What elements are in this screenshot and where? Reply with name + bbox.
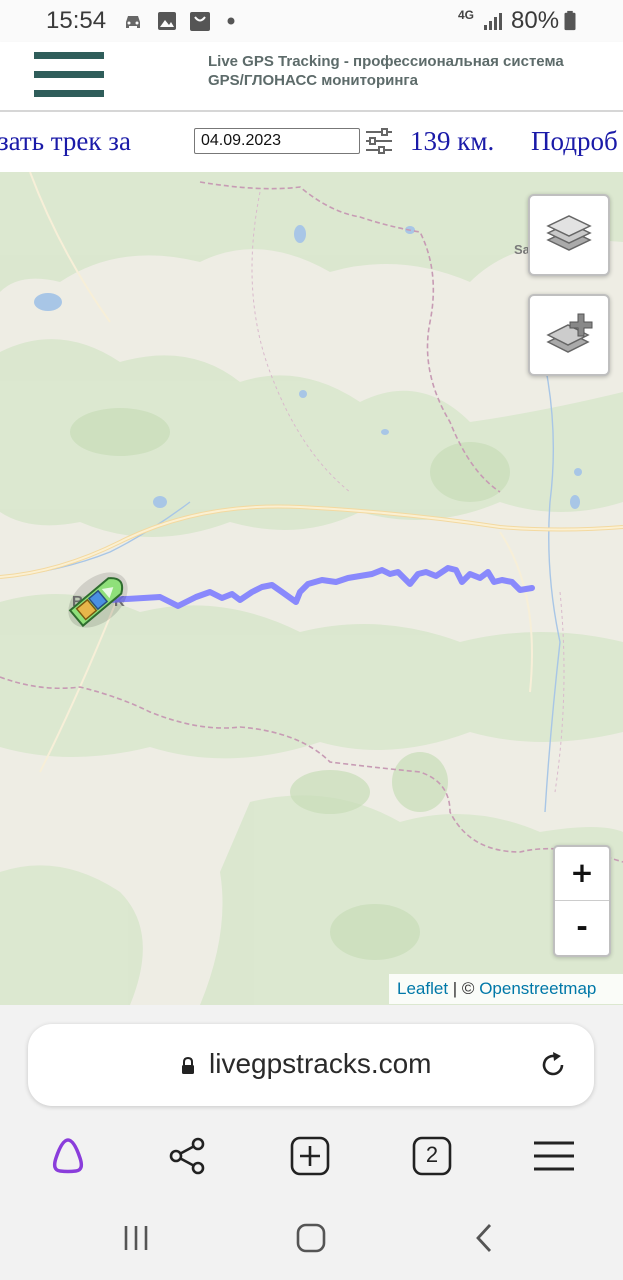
url-text[interactable]: livegpstracks.com (209, 1048, 432, 1080)
recent-apps-icon[interactable] (116, 1222, 156, 1254)
alice-icon[interactable] (46, 1134, 90, 1178)
map-view[interactable]: Sa R K + - Leaflet | © Openstreetmap (0, 172, 623, 1005)
zoom-in-button[interactable]: + (555, 847, 609, 901)
details-link[interactable]: Подроб (531, 126, 618, 157)
tab-count: 2 (425, 1142, 439, 1167)
zoom-control: + - (553, 845, 611, 957)
battery-percent: 80% (511, 7, 560, 34)
notification-dot-icon (227, 17, 235, 25)
battery-icon (564, 10, 576, 31)
car-mode-icon (126, 16, 140, 28)
site-title-line-1: Live GPS Tracking - профессиональная сис… (208, 53, 564, 70)
tabs-button[interactable]: 2 (410, 1134, 454, 1178)
attribution-separator: | © (452, 979, 475, 998)
shopping-bag-icon (190, 12, 210, 31)
track-date-input[interactable] (194, 128, 360, 154)
home-icon[interactable] (291, 1222, 331, 1254)
add-layer-button[interactable] (528, 294, 610, 376)
hamburger-icon[interactable] (34, 52, 104, 98)
track-distance: 139 км. (410, 126, 495, 156)
lock-icon (182, 1057, 194, 1074)
new-tab-icon[interactable] (288, 1134, 332, 1178)
add-layer-icon (546, 313, 593, 353)
show-track-label: азать трек за (0, 126, 131, 156)
gallery-icon (158, 12, 176, 30)
site-header: Live GPS Tracking - профессиональная сис… (0, 42, 623, 112)
layers-icon (546, 215, 592, 251)
site-title-line-2: GPS/ГЛОНАСС мониторинга (208, 72, 418, 89)
map-attribution: Leaflet | © Openstreetmap (389, 974, 623, 1004)
site-title: Live GPS Tracking - профессиональная сис… (208, 52, 608, 90)
network-type: 4G (458, 8, 475, 22)
zoom-out-button[interactable]: - (555, 901, 609, 954)
signal-icon (484, 13, 502, 30)
leaflet-link[interactable]: Leaflet (397, 979, 448, 998)
layers-button[interactable] (528, 194, 610, 276)
share-icon[interactable] (166, 1134, 210, 1178)
filter-settings-icon[interactable] (364, 126, 394, 156)
menu-icon[interactable] (532, 1134, 576, 1178)
reload-icon[interactable] (538, 1050, 568, 1080)
openstreetmap-link[interactable]: Openstreetmap (479, 979, 596, 998)
back-icon[interactable] (464, 1222, 504, 1254)
status-time: 15:54 (46, 7, 107, 34)
